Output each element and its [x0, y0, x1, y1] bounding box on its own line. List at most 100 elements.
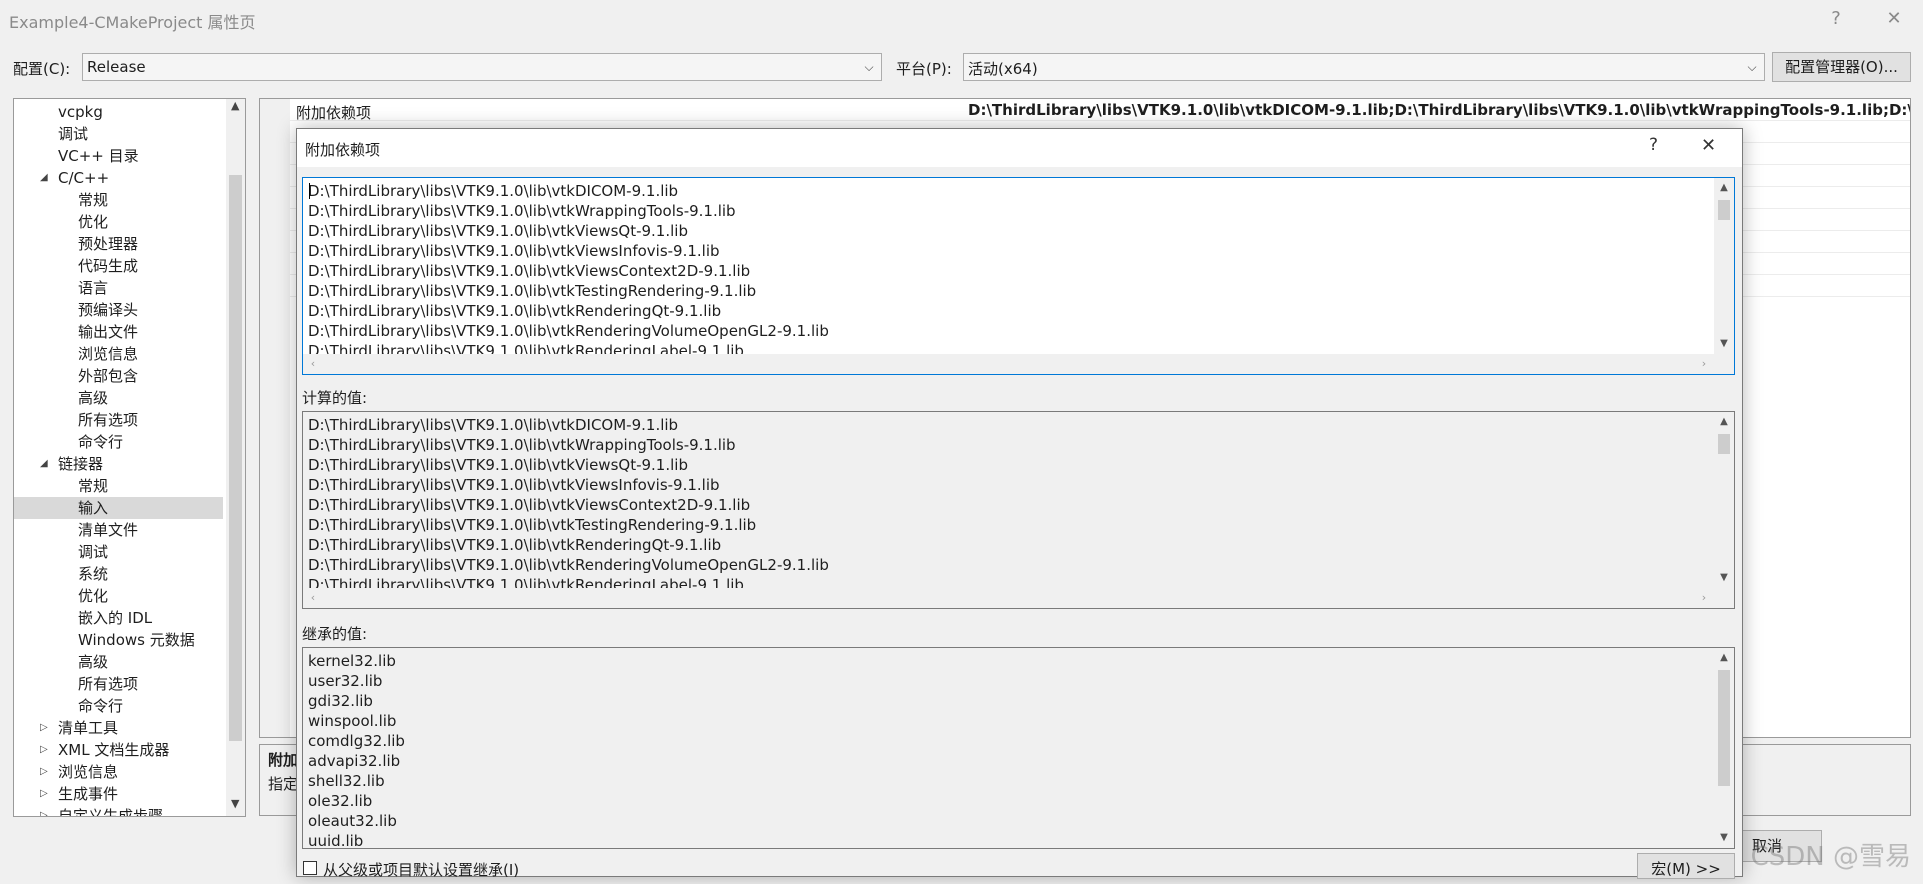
- property-tree[interactable]: vcpkg 调试 VC++ 目录 ◢ C/C++ 常规 优化 预处理器 代码生成 语言 预编译头 输出…: [13, 98, 246, 817]
- macro-button[interactable]: 宏(M) >>: [1637, 853, 1735, 879]
- text-caret: [309, 183, 310, 199]
- scroll-down-icon[interactable]: ▼: [231, 797, 239, 810]
- tree-item[interactable]: 清单文件: [14, 519, 223, 541]
- tree-item[interactable]: ▷ 自定义生成步骤: [14, 805, 223, 816]
- tree-item[interactable]: 高级: [14, 651, 223, 673]
- list-item: D:\ThirdLibrary\libs\VTK9.1.0\lib\vtkDIC…: [308, 416, 679, 434]
- tree-item[interactable]: 调试: [14, 123, 223, 145]
- scroll-down-icon[interactable]: ▼: [1714, 568, 1734, 588]
- tree-item[interactable]: 预编译头: [14, 299, 223, 321]
- list-item: D:\ThirdLibrary\libs\VTK9.1.0\lib\vtkVie…: [308, 456, 688, 474]
- tree-item[interactable]: 常规: [14, 189, 223, 211]
- tree-item[interactable]: 代码生成: [14, 255, 223, 277]
- scroll-thumb[interactable]: [1718, 434, 1730, 454]
- help-icon[interactable]: ?: [1818, 6, 1854, 32]
- tree-item-label: XML 文档生成器: [58, 741, 170, 759]
- help-icon[interactable]: ?: [1649, 135, 1658, 155]
- tree-item-label: 语言: [78, 279, 109, 297]
- list-item: D:\ThirdLibrary\libs\VTK9.1.0\lib\vtkVie…: [308, 222, 688, 240]
- tree-item[interactable]: 预处理器: [14, 233, 223, 255]
- scroll-left-icon[interactable]: ‹: [303, 588, 323, 608]
- tree-item[interactable]: 命令行: [14, 695, 223, 717]
- property-row-additional-dependencies[interactable]: 附加依赖项 D:\ThirdLibrary\libs\VTK9.1.0\lib\…: [290, 99, 1911, 122]
- computed-hscroll[interactable]: ‹ ›: [303, 588, 1734, 608]
- scroll-down-icon[interactable]: ▼: [1714, 828, 1734, 848]
- collapsed-icon[interactable]: ▷: [40, 717, 48, 739]
- tree-item-label: 输出文件: [78, 323, 139, 341]
- tree-item[interactable]: 浏览信息: [14, 343, 223, 365]
- tree-item[interactable]: ▷ 生成事件: [14, 783, 223, 805]
- scroll-right-icon[interactable]: ›: [1694, 354, 1714, 374]
- config-manager-button[interactable]: 配置管理器(O)...: [1772, 52, 1911, 82]
- inherit-checkbox[interactable]: [303, 861, 317, 875]
- close-icon[interactable]: ✕: [1701, 135, 1716, 156]
- list-item: winspool.lib: [308, 712, 397, 730]
- computed-values-box[interactable]: D:\ThirdLibrary\libs\VTK9.1.0\lib\vtkDIC…: [302, 411, 1735, 609]
- scroll-up-icon[interactable]: ▲: [1714, 412, 1734, 432]
- window-title: Example4-CMakeProject 属性页: [9, 13, 256, 32]
- property-value: D:\ThirdLibrary\libs\VTK9.1.0\lib\vtkDIC…: [968, 101, 1911, 119]
- config-dropdown[interactable]: Release ⌵: [82, 53, 882, 81]
- list-item: kernel32.lib: [308, 652, 396, 670]
- tree-item[interactable]: 优化: [14, 211, 223, 233]
- close-icon[interactable]: ✕: [1876, 6, 1912, 32]
- tree-item-label: 生成事件: [58, 785, 119, 803]
- scroll-right-icon[interactable]: ›: [1694, 588, 1714, 608]
- tree-item[interactable]: ▷ XML 文档生成器: [14, 739, 223, 761]
- tree-item[interactable]: ▷ 清单工具: [14, 717, 223, 739]
- tree-item-label: 浏览信息: [78, 345, 139, 363]
- scroll-up-icon[interactable]: ▲: [1714, 178, 1734, 198]
- tree-item[interactable]: 所有选项: [14, 673, 223, 695]
- tree-item[interactable]: 系统: [14, 563, 223, 585]
- tree-item[interactable]: Windows 元数据: [14, 629, 223, 651]
- tree-item[interactable]: 语言: [14, 277, 223, 299]
- edit-vscroll[interactable]: ▲ ▼: [1714, 178, 1734, 354]
- scroll-up-icon[interactable]: ▲: [231, 99, 239, 112]
- inherited-vscroll[interactable]: ▲ ▼: [1714, 648, 1734, 848]
- scroll-left-icon[interactable]: ‹: [303, 354, 323, 374]
- expanded-icon[interactable]: ◢: [40, 167, 48, 189]
- dependencies-edit-box[interactable]: D:\ThirdLibrary\libs\VTK9.1.0\lib\vtkDIC…: [302, 177, 1735, 375]
- tree-item[interactable]: 输出文件: [14, 321, 223, 343]
- collapsed-icon[interactable]: ▷: [40, 739, 48, 761]
- tree-item[interactable]: 调试: [14, 541, 223, 563]
- expanded-icon[interactable]: ◢: [40, 453, 48, 475]
- collapsed-icon[interactable]: ▷: [40, 805, 48, 816]
- computed-vscroll[interactable]: ▲ ▼: [1714, 412, 1734, 588]
- tree-item[interactable]: ◢ 链接器: [14, 453, 223, 475]
- scroll-thumb[interactable]: [1718, 670, 1730, 786]
- list-item: oleaut32.lib: [308, 812, 397, 830]
- collapsed-icon[interactable]: ▷: [40, 761, 48, 783]
- edit-hscroll[interactable]: ‹ ›: [303, 354, 1734, 374]
- tree-item[interactable]: 优化: [14, 585, 223, 607]
- tree-item[interactable]: vcpkg: [14, 101, 223, 123]
- tree-item[interactable]: 高级: [14, 387, 223, 409]
- chevron-down-icon: ⌵: [864, 60, 874, 74]
- platform-label: 平台(P):: [896, 60, 952, 78]
- list-item: D:\ThirdLibrary\libs\VTK9.1.0\lib\vtkRen…: [308, 536, 722, 554]
- tree-item[interactable]: VC++ 目录: [14, 145, 223, 167]
- scroll-down-icon[interactable]: ▼: [1714, 334, 1734, 354]
- tree-item-label: 嵌入的 IDL: [78, 609, 153, 627]
- list-item: D:\ThirdLibrary\libs\VTK9.1.0\lib\vtkVie…: [308, 496, 751, 514]
- tree-item-label: 所有选项: [78, 675, 139, 693]
- platform-dropdown[interactable]: 活动(x64) ⌵: [963, 53, 1765, 81]
- tree-item[interactable]: 所有选项: [14, 409, 223, 431]
- tree-item-label: 预编译头: [78, 301, 139, 319]
- tree-item[interactable]: ◢ C/C++: [14, 167, 223, 189]
- tree-item[interactable]: 嵌入的 IDL: [14, 607, 223, 629]
- collapsed-icon[interactable]: ▷: [40, 783, 48, 805]
- tree-item-label: 清单工具: [58, 719, 119, 737]
- tree-item[interactable]: 外部包含: [14, 365, 223, 387]
- tree-item[interactable]: 常规: [14, 475, 223, 497]
- inherited-values-box[interactable]: kernel32.lib user32.lib gdi32.lib winspool.…: [302, 647, 1735, 849]
- tree-item[interactable]: 输入: [14, 497, 223, 519]
- tree-item[interactable]: 命令行: [14, 431, 223, 453]
- scroll-thumb[interactable]: [1718, 200, 1730, 220]
- scroll-up-icon[interactable]: ▲: [1714, 648, 1734, 668]
- list-item: D:\ThirdLibrary\libs\VTK9.1.0\lib\vtkVie…: [308, 476, 720, 494]
- tree-item[interactable]: ▷ 浏览信息: [14, 761, 223, 783]
- scroll-thumb[interactable]: [229, 175, 242, 741]
- tree-scrollbar[interactable]: ▲ ▼: [226, 99, 245, 816]
- list-item: user32.lib: [308, 672, 383, 690]
